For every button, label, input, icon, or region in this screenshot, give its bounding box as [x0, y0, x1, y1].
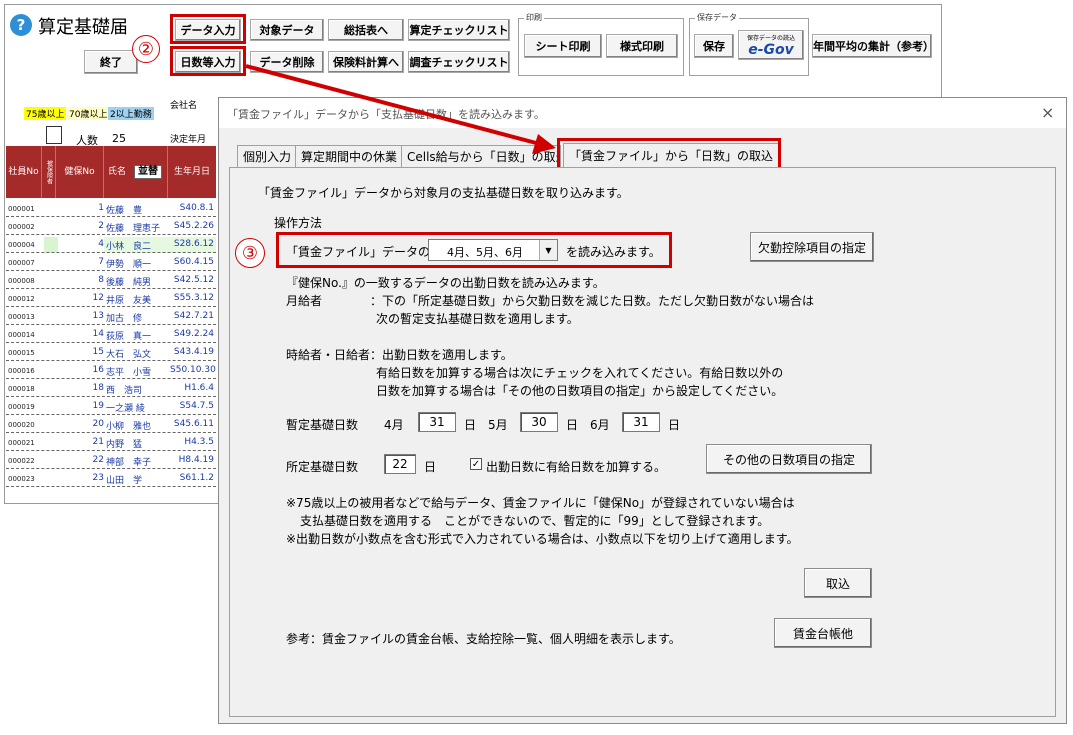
arrow-annotation [245, 64, 556, 154]
